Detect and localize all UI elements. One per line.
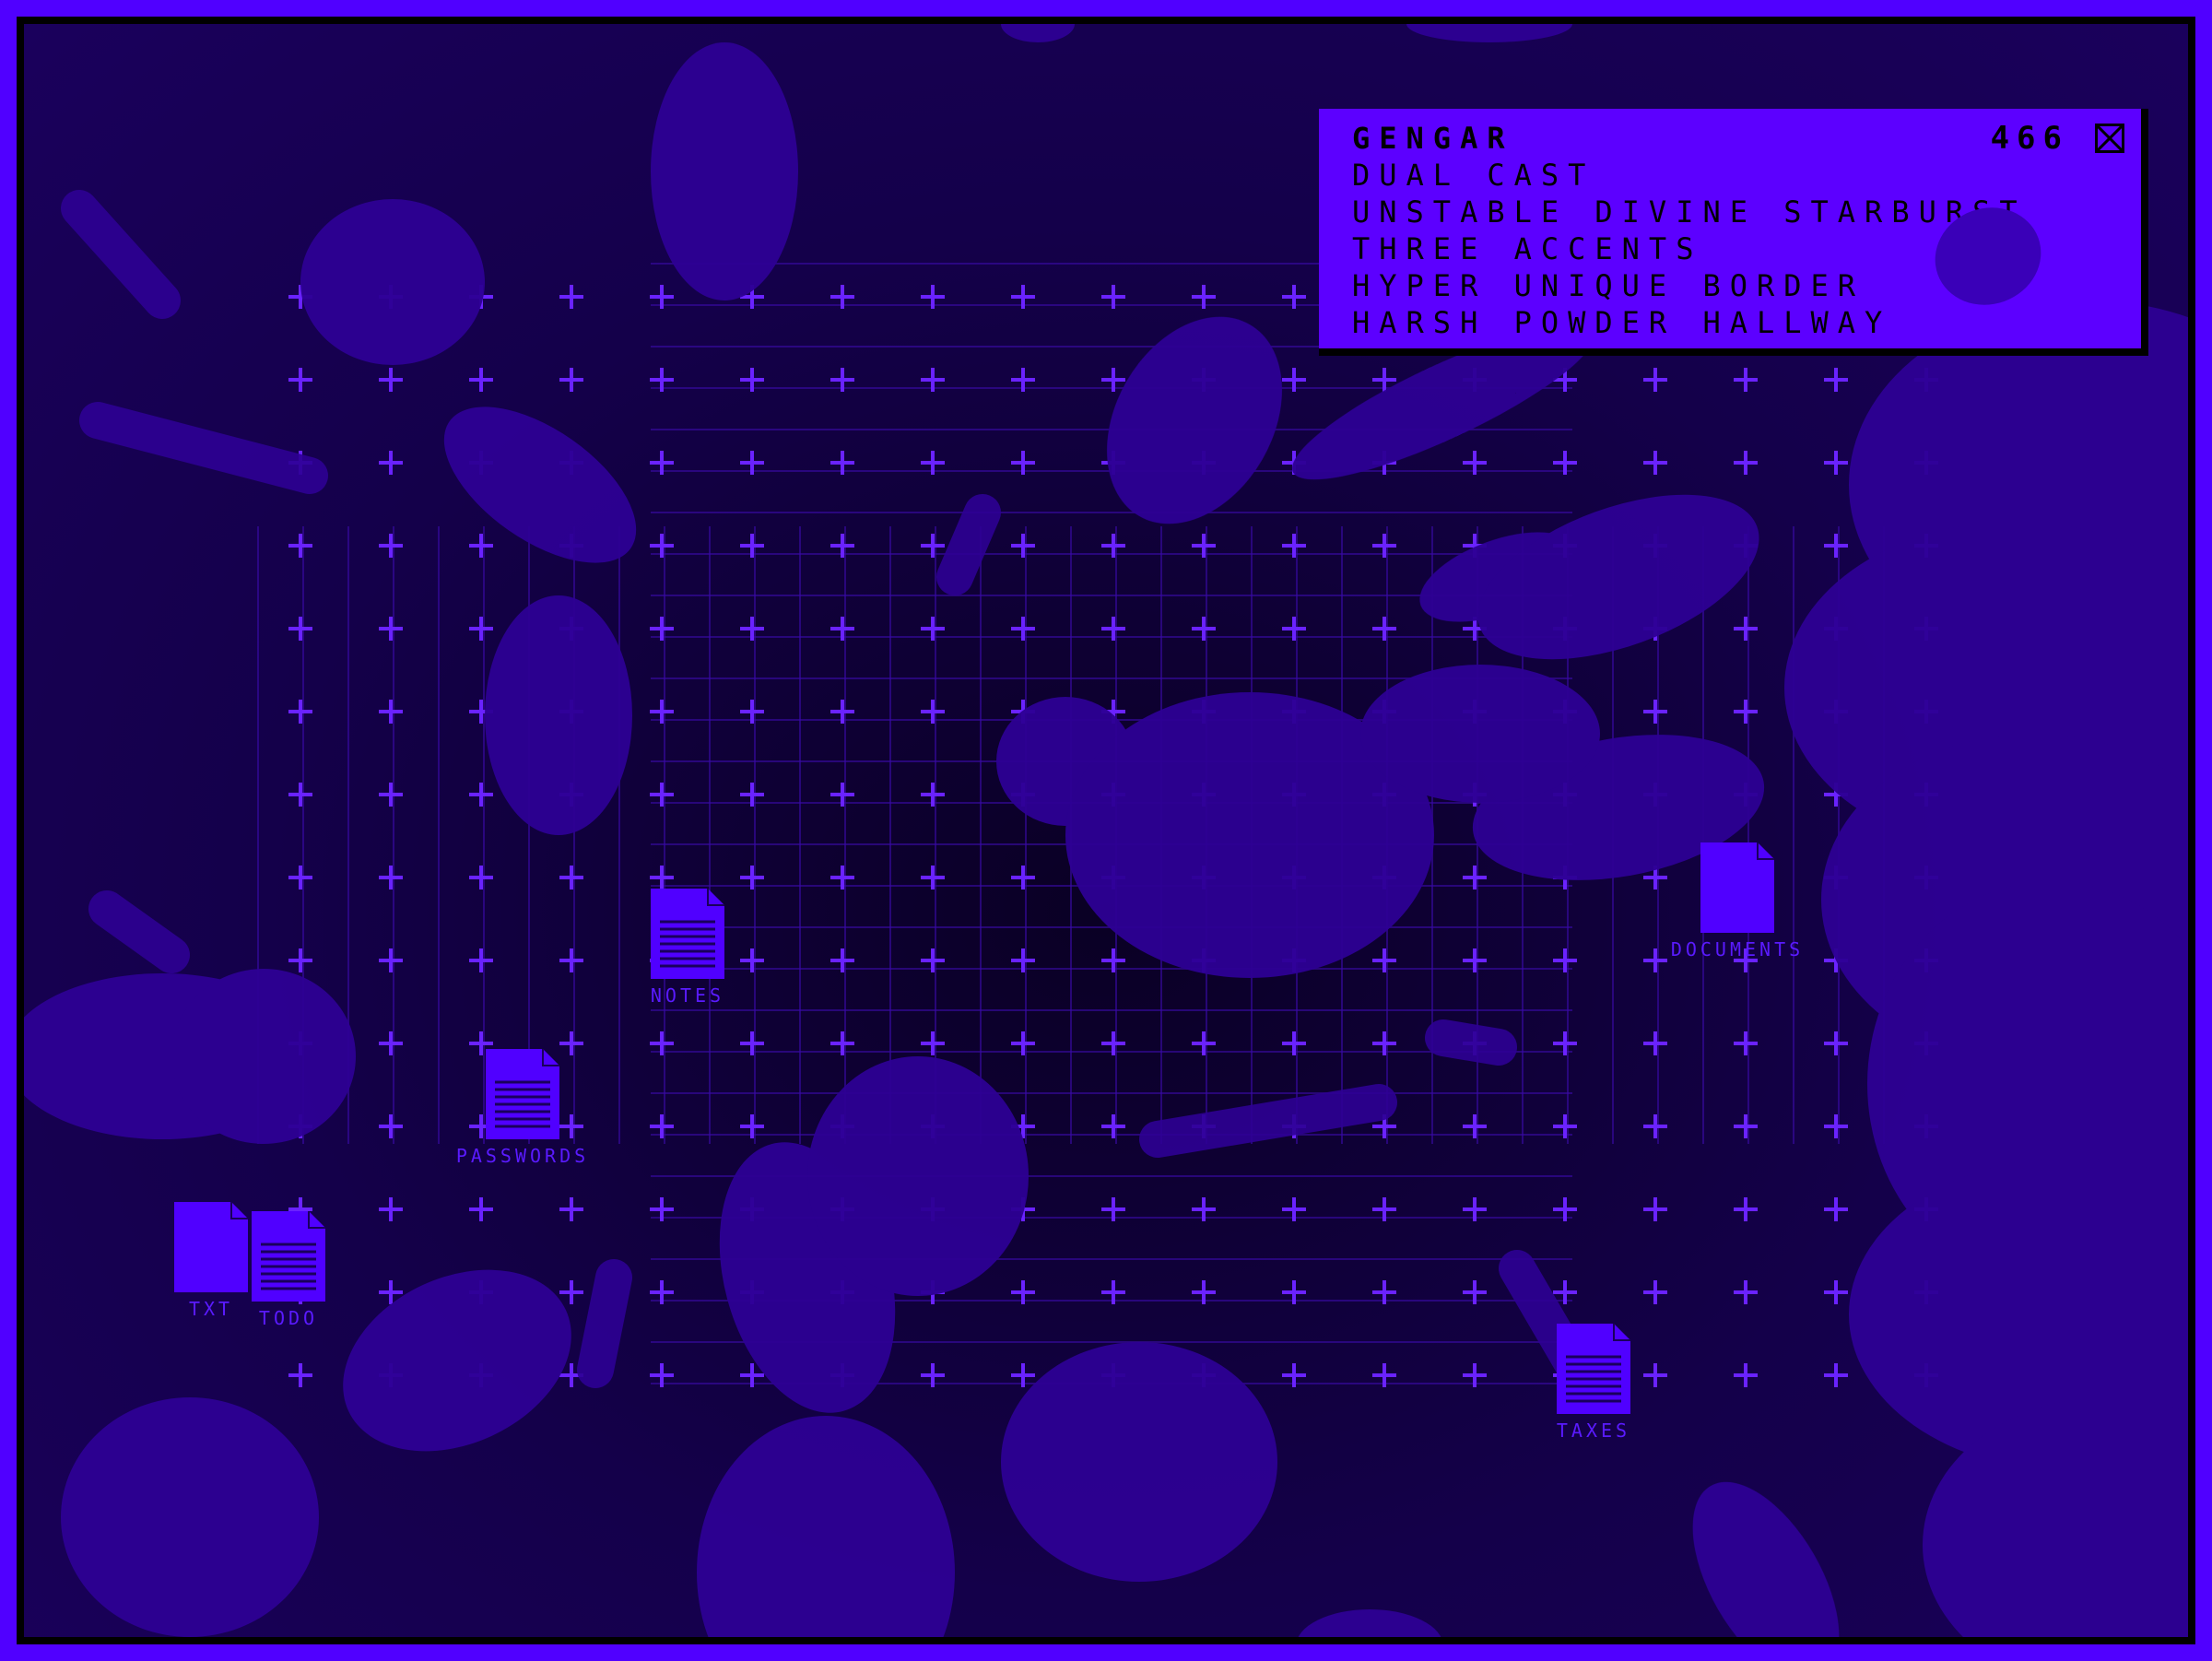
icon-label: NOTES <box>650 984 725 1007</box>
document-icon <box>1543 1324 1644 1414</box>
document-icon <box>1687 842 1788 933</box>
close-button[interactable] <box>2095 124 2124 153</box>
desktop-icon-notes[interactable]: NOTES <box>637 889 738 1007</box>
desktop: NOTES PASSWORDS DOCUMENTS TAXES TODO TXT… <box>17 17 2195 1644</box>
desktop-icon-passwords[interactable]: PASSWORDS <box>456 1049 585 1167</box>
desktop-icon-documents[interactable]: DOCUMENTS <box>1671 842 1800 960</box>
grid-lines <box>257 263 1885 1384</box>
document-icon <box>472 1049 573 1139</box>
desktop-icon-txt[interactable]: TXT <box>160 1202 262 1320</box>
icon-label: DOCUMENTS <box>1670 938 1805 960</box>
grid-plus-markers <box>288 285 1938 1387</box>
desktop-icon-taxes[interactable]: TAXES <box>1543 1324 1644 1442</box>
close-x-icon <box>2098 126 2122 150</box>
window-count: 466 <box>1990 120 2069 157</box>
icon-label: TAXES <box>1556 1420 1631 1442</box>
info-window[interactable]: GENGAR DUAL CAST UNSTABLE DIVINE STARBUR… <box>1319 109 2148 356</box>
icon-label: PASSWORDS <box>455 1145 590 1167</box>
panel-line: HARSH POWDER HALLWAY <box>1352 305 1892 340</box>
panel-line: DUAL CAST <box>1352 158 1595 193</box>
icon-label: TXT <box>188 1298 234 1320</box>
document-icon <box>160 1202 262 1292</box>
document-icon <box>637 889 738 979</box>
